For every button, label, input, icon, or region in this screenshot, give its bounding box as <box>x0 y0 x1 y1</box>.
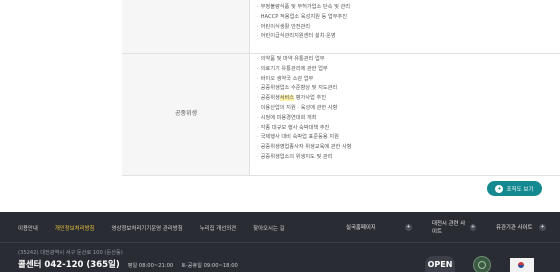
footer-link-directions[interactable]: 찾아오시는 길 <box>253 224 284 232</box>
list-item: HACCP 적용업소 육성지원 등 업무추진 <box>257 13 350 23</box>
list-item: 의약품 및 마약 유통관리 업무 <box>257 55 352 65</box>
list-item: 국제행사 대비 숙박업 표준등용 지원 <box>257 133 352 143</box>
site-select-label: 실국홈페이지 <box>346 225 376 231</box>
category-label: 공중위생 <box>174 110 198 117</box>
search-highlight: 서비스 <box>279 95 295 102</box>
duty-list-public-health: 의약품 및 마약 유통관리 업무 의료기기 유통관리에 관한 업무 바이오 생약… <box>257 55 352 163</box>
plus-icon: + <box>539 223 546 231</box>
footer-link-feedback[interactable]: 누리집 개선의견 <box>200 224 236 232</box>
site-select-agencies[interactable]: 유관기관 사이트 + <box>488 219 554 235</box>
org-chart-button[interactable]: + 조직도 보기 <box>487 181 542 196</box>
list-item: 공중위생영업종사자 위생교육에 관한 사항 <box>257 143 352 153</box>
site-select-label: 대전시 관련 사이트 <box>432 221 466 235</box>
site-select-label: 유관기관 사이트 <box>496 225 533 231</box>
org-chart-button-label: 조직도 보기 <box>506 186 534 193</box>
list-item-highlighted: 공중위생서비스 평가사업 추진 <box>257 94 352 104</box>
footer-links: 이용안내 개인정보처리방침 영상정보처리기기운영 관리방침 누리집 개선의견 찾… <box>18 224 302 232</box>
row-divider <box>122 53 560 54</box>
list-item: 바이오 생약국 소관 업무 <box>257 75 352 85</box>
call-center-number: 콜센터 042-120 (365일) <box>18 260 120 270</box>
list-item: 부정불량식품 및 무허가업소 단속 및 관리 <box>257 3 350 13</box>
hours-holiday: 토·공휴일 09:00~18:00 <box>181 263 238 269</box>
site-select-departments[interactable]: 실국홈페이지 + <box>338 219 420 235</box>
row-divider <box>122 175 560 176</box>
footer-address: (35242) 대전광역시 서구 둔산로 100 (둔산동) <box>18 250 123 256</box>
list-item: 공중위생업소 수준향상 및 지도관리 <box>257 84 352 94</box>
footer-link-privacy[interactable]: 개인정보처리방침 <box>55 224 95 232</box>
korea-flag-mark-icon <box>510 258 534 272</box>
category-column <box>122 0 250 176</box>
list-item: 이용산업의 지원 · 육성에 관한 사항 <box>257 104 352 114</box>
list-item: 공중위생업소의 위생지도 및 관리 <box>257 153 352 163</box>
list-item: 어린이급식관리지원센터 설치·운영 <box>257 32 350 42</box>
plus-icon: + <box>469 223 476 231</box>
list-item: 의료기기 유통관리에 관한 업무 <box>257 65 352 75</box>
footer-link-guide[interactable]: 이용안내 <box>18 224 38 232</box>
plus-icon: + <box>405 223 412 231</box>
site-footer: 이용안내 개인정보처리방침 영상정보처리기기운영 관리방침 누리집 개선의견 찾… <box>0 212 560 272</box>
list-item: 시정에 미용경연대회 개최 <box>257 114 352 124</box>
plus-icon: + <box>495 184 504 193</box>
list-item: 어린이식생활 안전관리 <box>257 23 350 33</box>
open-mark-icon: OPEN <box>425 256 455 272</box>
footer-divider <box>0 242 560 243</box>
web-accessibility-mark-icon <box>473 256 491 272</box>
footer-contact: 콜센터 042-120 (365일) 평일 08:00~21:00 토·공휴일 … <box>18 258 246 270</box>
list-item: 각종 대규모 행사 숙박대책 추진 <box>257 124 352 134</box>
site-select-daejeon[interactable]: 대전시 관련 사이트 + <box>424 219 484 235</box>
duty-list-top: 부정불량식품 및 무허가업소 단속 및 관리 HACCP 적용업소 육성지원 등… <box>257 3 350 42</box>
hours-weekday: 평일 08:00~21:00 <box>127 263 174 269</box>
footer-link-cctv[interactable]: 영상정보처리기기운영 관리방침 <box>112 224 183 232</box>
